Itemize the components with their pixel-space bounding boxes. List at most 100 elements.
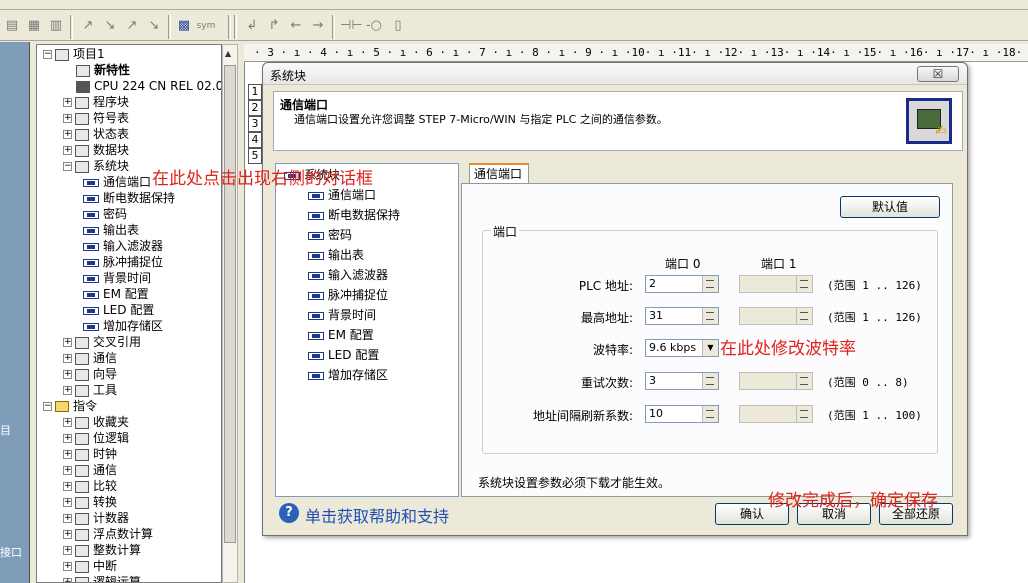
expand-icon[interactable]: +: [63, 546, 72, 555]
tree-item[interactable]: + 比较: [63, 478, 117, 494]
tree-item[interactable]: + 程序块: [63, 94, 129, 110]
tree-item[interactable]: − 指令: [43, 398, 97, 414]
tree-item[interactable]: + 工具: [63, 382, 117, 398]
tree-item[interactable]: − 系统块: [63, 158, 129, 174]
tree-item[interactable]: 输入滤波器: [83, 238, 163, 254]
toolbar-icon-1[interactable]: ▤: [2, 16, 22, 36]
tree-item[interactable]: + 中断: [63, 558, 117, 574]
tree-item[interactable]: + 通信: [63, 350, 117, 366]
dialog-tree-item[interactable]: EM 配置: [308, 326, 374, 344]
toolbar-icon-11[interactable]: ←: [286, 16, 306, 36]
tree-item[interactable]: + 整数计算: [63, 542, 141, 558]
toolbar-icon-2[interactable]: ▦: [24, 16, 44, 36]
tree-item[interactable]: 增加存储区: [83, 318, 163, 334]
toolbar-icon-4[interactable]: ↗: [78, 16, 98, 36]
port0-spinner[interactable]: 10: [645, 405, 719, 423]
tree-scrollbar[interactable]: ▲: [222, 44, 238, 583]
expand-icon[interactable]: +: [63, 130, 72, 139]
dialog-tree-item[interactable]: 输入滤波器: [308, 266, 388, 284]
tree-item[interactable]: 脉冲捕捉位: [83, 254, 163, 270]
dialog-titlebar[interactable]: 系统块 ☒: [263, 63, 967, 85]
default-button[interactable]: 默认值: [840, 196, 940, 218]
tree-item[interactable]: 通信端口: [83, 174, 151, 190]
toolbar-icon-3[interactable]: ▥: [46, 16, 66, 36]
expand-icon[interactable]: +: [63, 338, 72, 347]
tree-item[interactable]: 输出表: [83, 222, 139, 238]
toolbar-icon-10[interactable]: ↱: [264, 16, 284, 36]
spinner-arrows-icon[interactable]: [702, 308, 718, 324]
expand-icon[interactable]: +: [63, 514, 72, 523]
collapse-icon[interactable]: −: [43, 50, 52, 59]
tree-item[interactable]: + 通信: [63, 462, 117, 478]
close-button[interactable]: ☒: [917, 66, 959, 82]
tree-item[interactable]: + 浮点数计算: [63, 526, 153, 542]
scroll-thumb[interactable]: [224, 65, 236, 543]
tree-item[interactable]: − 项目1: [43, 46, 105, 62]
spinner-arrows-icon[interactable]: [702, 276, 718, 292]
expand-icon[interactable]: +: [63, 370, 72, 379]
expand-icon[interactable]: +: [63, 386, 72, 395]
dialog-tree-item[interactable]: 密码: [308, 226, 352, 244]
spinner-arrows-icon[interactable]: [702, 373, 718, 389]
expand-icon[interactable]: +: [63, 578, 72, 582]
expand-icon[interactable]: +: [63, 98, 72, 107]
tree-item[interactable]: 断电数据保持: [83, 190, 175, 206]
help-icon[interactable]: ?: [279, 503, 299, 523]
chevron-down-icon[interactable]: ▼: [702, 340, 718, 356]
tree-item[interactable]: + 计数器: [63, 510, 129, 526]
expand-icon[interactable]: +: [63, 114, 72, 123]
tree-item[interactable]: + 交叉引用: [63, 334, 141, 350]
expand-icon[interactable]: +: [63, 354, 72, 363]
spinner-arrows-icon[interactable]: [702, 406, 718, 422]
expand-icon[interactable]: +: [63, 146, 72, 155]
toolbar-icon-9[interactable]: ↲: [242, 16, 262, 36]
dialog-tree[interactable]: 系统块 通信端口 断电数据保持 密码 输出表 输入滤波器 脉冲捕捉位 背景时间 EM 配置 LE…: [275, 163, 459, 497]
collapse-icon[interactable]: −: [43, 402, 52, 411]
tree-item[interactable]: 密码: [83, 206, 127, 222]
help-link[interactable]: 单击获取帮助和支持: [305, 503, 449, 527]
expand-icon[interactable]: +: [63, 450, 72, 459]
dialog-tree-item[interactable]: 脉冲捕捉位: [308, 286, 388, 304]
tree-item[interactable]: + 时钟: [63, 446, 117, 462]
tree-item[interactable]: + 位逻辑: [63, 430, 129, 446]
scroll-up-icon[interactable]: ▲: [225, 49, 231, 58]
tree-item[interactable]: 新特性: [63, 62, 130, 78]
tree-item[interactable]: + 逻辑运算: [63, 574, 141, 582]
tree-item[interactable]: + 转换: [63, 494, 117, 510]
toolbar-coil-icon[interactable]: -○: [364, 16, 384, 36]
tree-item[interactable]: + 状态表: [63, 126, 129, 142]
expand-icon[interactable]: +: [63, 498, 72, 507]
tree-item[interactable]: + 数据块: [63, 142, 129, 158]
expand-icon[interactable]: +: [63, 530, 72, 539]
dialog-tree-item[interactable]: 增加存储区: [308, 366, 388, 384]
dialog-tree-item[interactable]: 断电数据保持: [308, 206, 400, 224]
expand-icon[interactable]: +: [63, 562, 72, 571]
tree-item[interactable]: EM 配置: [83, 286, 149, 302]
expand-icon[interactable]: +: [63, 434, 72, 443]
dialog-tree-item[interactable]: 输出表: [308, 246, 364, 264]
toolbar-contact-icon[interactable]: ⊣⊢: [340, 16, 363, 36]
tree-item[interactable]: + 符号表: [63, 110, 129, 126]
toolbar-icon-8[interactable]: ▩: [174, 16, 194, 36]
tree-item[interactable]: LED 配置: [83, 302, 154, 318]
toolbar-icon-12[interactable]: →: [308, 16, 328, 36]
dialog-tree-item[interactable]: 背景时间: [308, 306, 376, 324]
toolbar-icon-6[interactable]: ↗: [122, 16, 142, 36]
expand-icon[interactable]: +: [63, 466, 72, 475]
expand-icon[interactable]: +: [63, 482, 72, 491]
tab-comm-port[interactable]: 通信端口: [469, 163, 529, 184]
toolbar-box-icon[interactable]: ▯: [388, 16, 408, 36]
collapse-icon[interactable]: −: [63, 162, 72, 171]
project-tree[interactable]: − 项目1 新特性 CPU 224 CN REL 02.01 + 程序块 + 符号表 + 状态表 +…: [36, 44, 222, 583]
toolbar-icon-5[interactable]: ↘: [100, 16, 120, 36]
tree-item[interactable]: + 收藏夹: [63, 414, 129, 430]
dialog-tree-item[interactable]: LED 配置: [308, 346, 379, 364]
tree-item[interactable]: 背景时间: [83, 270, 151, 286]
tree-item[interactable]: CPU 224 CN REL 02.01: [63, 78, 221, 94]
port0-spinner[interactable]: 3: [645, 372, 719, 390]
toolbar-sym-icon[interactable]: sym: [196, 16, 216, 36]
baud-rate-select[interactable]: 9.6 kbps ▼: [645, 339, 719, 357]
expand-icon[interactable]: +: [63, 418, 72, 427]
tree-item[interactable]: + 向导: [63, 366, 117, 382]
port0-spinner[interactable]: 2: [645, 275, 719, 293]
